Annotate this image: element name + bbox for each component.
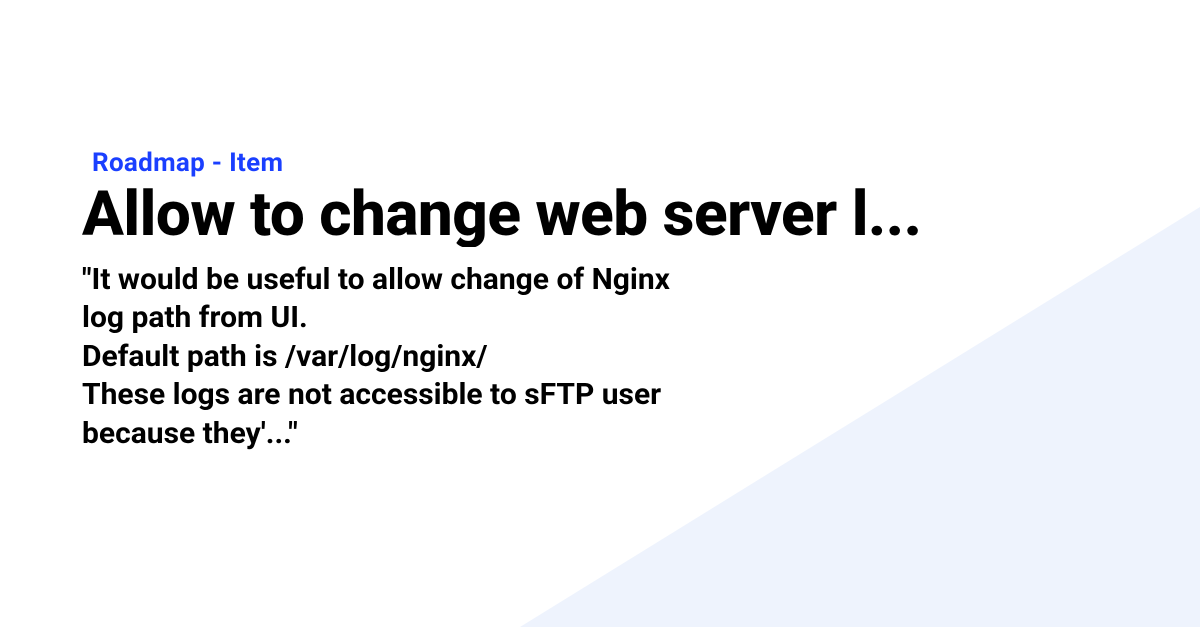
- item-description: "It would be useful to allow change of N…: [82, 261, 682, 453]
- item-title: Allow to change web server l...: [82, 182, 1160, 247]
- category-label: Roadmap - Item: [82, 148, 1160, 178]
- card-content: Roadmap - Item Allow to change web serve…: [82, 148, 1160, 453]
